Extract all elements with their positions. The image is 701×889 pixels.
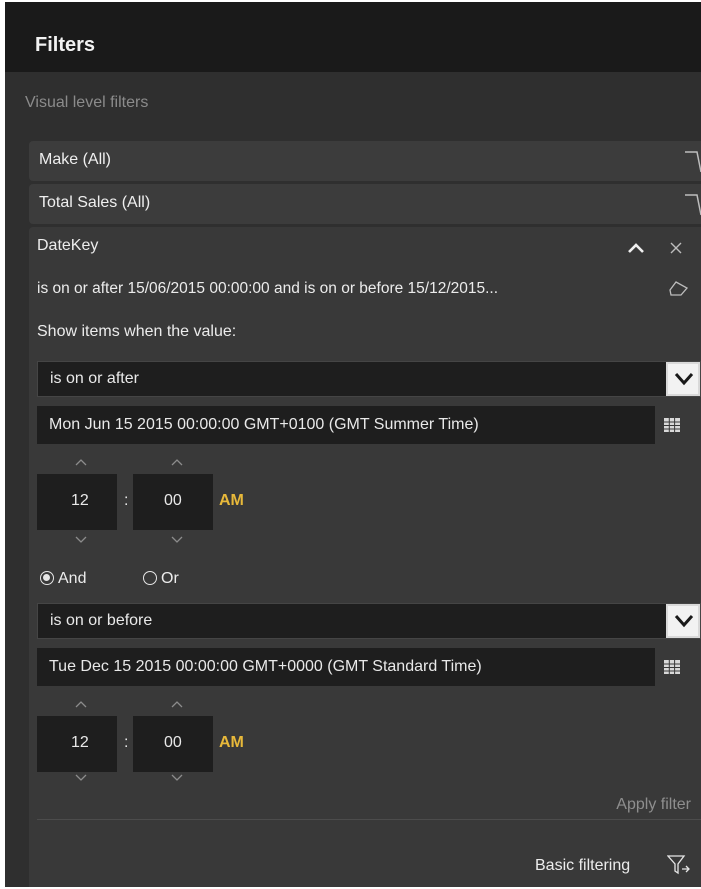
hour-value: 12 (71, 734, 89, 751)
minute-up-icon[interactable] (169, 699, 185, 709)
divider (37, 819, 701, 820)
minute-value: 00 (164, 492, 182, 509)
date-value: Tue Dec 15 2015 00:00:00 GMT+0000 (GMT S… (49, 658, 482, 675)
show-items-label: Show items when the value: (37, 323, 237, 340)
condition1-hour-field[interactable]: 12 (37, 474, 117, 530)
condition1-date-input[interactable]: Mon Jun 15 2015 00:00:00 GMT+0100 (GMT S… (37, 406, 655, 444)
and-label: And (58, 570, 87, 587)
or-radio[interactable] (143, 571, 157, 585)
dropdown-button[interactable] (666, 604, 700, 638)
calendar-icon[interactable] (664, 660, 680, 674)
dropdown-button[interactable] (666, 362, 700, 396)
condition2-hour-field[interactable]: 12 (37, 716, 117, 772)
condition1-ampm[interactable]: AM (219, 492, 244, 510)
eraser-icon[interactable] (669, 280, 689, 296)
hour-up-icon[interactable] (73, 699, 89, 709)
filters-pane: Filters Visual level filters Make (All) … (5, 2, 701, 887)
and-radio[interactable] (40, 571, 54, 585)
filters-header: Filters (5, 2, 701, 72)
filter-card-total-sales[interactable]: Total Sales (All) (29, 184, 701, 224)
apply-filter-button[interactable]: Apply filter (616, 796, 691, 814)
filter-card-label: Make (All) (39, 151, 112, 168)
hour-value: 12 (71, 492, 89, 509)
filter-summary: is on or after 15/06/2015 00:00:00 and i… (37, 280, 499, 297)
minute-down-icon[interactable] (169, 534, 185, 544)
or-label: Or (161, 570, 179, 587)
hour-down-icon[interactable] (73, 534, 89, 544)
visual-level-filters-label: Visual level filters (25, 94, 149, 111)
hour-up-icon[interactable] (73, 457, 89, 467)
filter-icon[interactable] (667, 854, 693, 876)
chevron-down-icon (674, 615, 694, 628)
filter-card-label: Total Sales (All) (39, 194, 151, 211)
filter-card-make[interactable]: Make (All) (29, 141, 701, 181)
chevron-down-icon (674, 373, 694, 386)
condition2-operator-select[interactable]: is on or before (37, 603, 701, 639)
card-edge-icon (685, 151, 701, 173)
filter-card-title: DateKey (37, 237, 99, 254)
close-icon[interactable] (669, 241, 683, 255)
time-separator: : (124, 734, 129, 751)
condition2-date-input[interactable]: Tue Dec 15 2015 00:00:00 GMT+0000 (GMT S… (37, 648, 655, 686)
condition2-minute-field[interactable]: 00 (133, 716, 213, 772)
hour-down-icon[interactable] (73, 772, 89, 782)
calendar-icon[interactable] (664, 418, 680, 432)
minute-value: 00 (164, 734, 182, 751)
basic-filtering-toggle[interactable]: Basic filtering (535, 857, 630, 875)
minute-down-icon[interactable] (169, 772, 185, 782)
date-value: Mon Jun 15 2015 00:00:00 GMT+0100 (GMT S… (49, 416, 479, 433)
pane-title: Filters (35, 34, 96, 56)
selected-value: is on or after (50, 370, 139, 387)
condition2-ampm[interactable]: AM (219, 734, 244, 752)
minute-up-icon[interactable] (169, 457, 185, 467)
card-edge-icon (685, 194, 701, 216)
condition1-operator-select[interactable]: is on or after (37, 361, 701, 397)
time-separator: : (124, 492, 129, 509)
condition1-minute-field[interactable]: 00 (133, 474, 213, 530)
chevron-up-icon[interactable] (627, 242, 645, 254)
selected-value: is on or before (50, 612, 153, 629)
